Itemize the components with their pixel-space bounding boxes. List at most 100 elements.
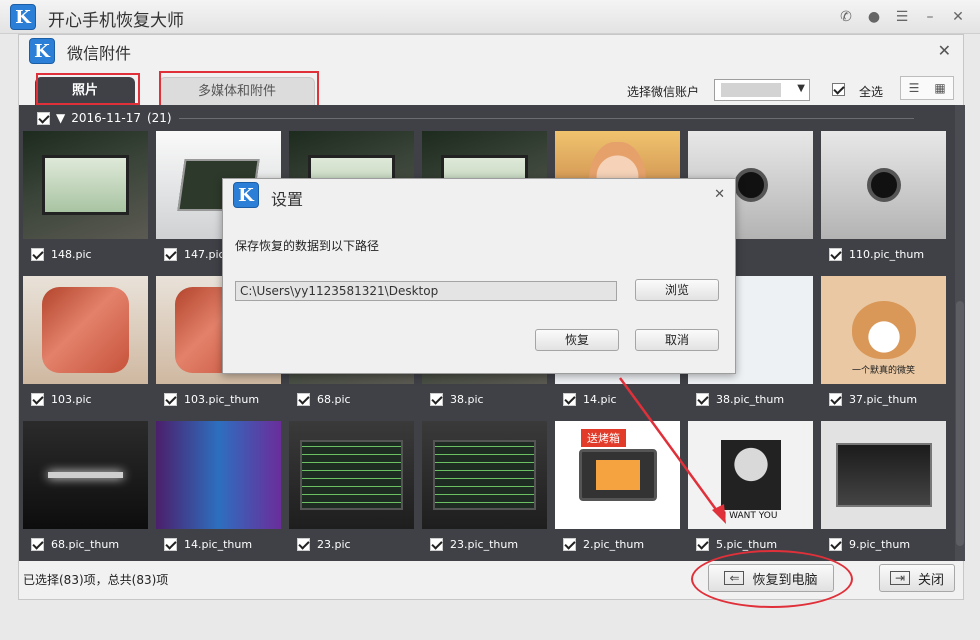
poster-caption-text: I WANT YOU: [723, 511, 778, 521]
photo-checkbox[interactable]: [31, 248, 44, 261]
group-count: (21): [146, 111, 172, 125]
photo-filename: 68.pic: [317, 393, 351, 406]
photo-item[interactable]: 103.pic: [23, 276, 148, 416]
photo-thumbnail[interactable]: I WANT YOU: [688, 421, 813, 529]
photo-checkbox[interactable]: [829, 538, 842, 551]
photo-checkbox[interactable]: [297, 538, 310, 551]
photo-filename: 103.pic_thum: [184, 393, 260, 406]
expand-triangle-icon[interactable]: ▼: [56, 111, 65, 125]
photo-item[interactable]: 68.pic_thum: [23, 421, 148, 561]
photo-item[interactable]: 23.pic: [289, 421, 414, 561]
photo-checkbox[interactable]: [563, 538, 576, 551]
dialog-titlebar: K 微信附件 ✕: [19, 35, 963, 69]
photo-filename: 37.pic_thum: [849, 393, 918, 406]
photo-filename: 38.pic: [450, 393, 484, 406]
group-divider: [179, 118, 914, 119]
photo-label: 14.pic: [563, 393, 617, 406]
oven-banner-text: 送烤箱: [581, 429, 626, 447]
app-titlebar: K 开心手机恢复大师 ✆ ● ☰ – ✕: [0, 0, 980, 34]
photo-label: 103.pic_thum: [164, 393, 259, 406]
photo-item[interactable]: 23.pic_thum: [422, 421, 547, 561]
photo-checkbox[interactable]: [696, 538, 709, 551]
scrollbar[interactable]: [955, 105, 965, 561]
photo-thumbnail[interactable]: 一个默真的微笑: [821, 276, 946, 384]
photo-label: 38.pic: [430, 393, 484, 406]
photo-filename: 147.pic: [184, 248, 225, 261]
account-select[interactable]: ▼: [714, 79, 810, 101]
photo-filename: 14.pic_thum: [184, 538, 253, 551]
minimize-icon[interactable]: –: [922, 9, 938, 25]
group-date: 2016-11-17: [71, 111, 141, 125]
highlight-box-photos: [36, 73, 140, 105]
photo-thumbnail[interactable]: [156, 421, 281, 529]
wechat-icon[interactable]: ✆: [838, 9, 854, 25]
photo-label: 38.pic_thum: [696, 393, 784, 406]
photo-checkbox[interactable]: [164, 248, 177, 261]
photo-checkbox[interactable]: [829, 248, 842, 261]
settings-cancel-button[interactable]: 取消: [635, 329, 719, 351]
photo-thumbnail[interactable]: [289, 421, 414, 529]
photo-label: 68.pic: [297, 393, 351, 406]
photo-filename: 14.pic: [583, 393, 617, 406]
browse-button[interactable]: 浏览: [635, 279, 719, 301]
photo-thumbnail[interactable]: [23, 276, 148, 384]
photo-checkbox[interactable]: [829, 393, 842, 406]
settings-logo-icon: K: [233, 182, 259, 208]
photo-label: 23.pic: [297, 538, 351, 551]
group-checkbox[interactable]: [37, 111, 50, 125]
close-icon[interactable]: ✕: [950, 9, 966, 25]
photo-checkbox[interactable]: [31, 538, 44, 551]
photo-thumbnail[interactable]: [23, 421, 148, 529]
photo-label: 37.pic_thum: [829, 393, 917, 406]
photo-item[interactable]: 14.pic_thum: [156, 421, 281, 561]
photo-checkbox[interactable]: [430, 393, 443, 406]
photo-checkbox[interactable]: [696, 393, 709, 406]
chevron-down-icon: ▼: [797, 83, 805, 94]
photo-item[interactable]: I WANT YOU 5.pic_thum: [688, 421, 813, 561]
select-all-checkbox[interactable]: [832, 83, 845, 96]
photo-filename: 103.pic: [51, 393, 92, 406]
photo-thumbnail[interactable]: [821, 131, 946, 239]
photo-filename: 23.pic: [317, 538, 351, 551]
photo-checkbox[interactable]: [430, 538, 443, 551]
photo-item[interactable]: 9.pic_thum: [821, 421, 946, 561]
photo-checkbox[interactable]: [164, 538, 177, 551]
chat-icon[interactable]: ●: [866, 9, 882, 25]
close-button-label: 关闭: [917, 572, 944, 588]
photo-item[interactable]: 110.pic_thum: [821, 131, 946, 271]
settings-dialog: K 设置 ✕ 保存恢复的数据到以下路径 C:\Users\yy112358132…: [222, 178, 736, 374]
photo-thumbnail[interactable]: [821, 421, 946, 529]
photo-item[interactable]: 送烤箱 2.pic_thum: [555, 421, 680, 561]
photo-label: 23.pic_thum: [430, 538, 518, 551]
photo-item[interactable]: 148.pic: [23, 131, 148, 271]
exit-icon: ⇥: [889, 571, 910, 585]
photo-thumbnail[interactable]: [422, 421, 547, 529]
photo-checkbox[interactable]: [563, 393, 576, 406]
feedback-icon[interactable]: ☰: [894, 9, 910, 25]
save-path-field[interactable]: C:\Users\yy1123581321\Desktop: [235, 281, 617, 301]
settings-titlebar: K 设置 ✕: [223, 179, 735, 209]
close-button[interactable]: ⇥ 关闭: [879, 564, 955, 592]
scrollbar-thumb[interactable]: [956, 301, 964, 546]
app-logo-icon: K: [10, 4, 36, 30]
photo-filename: 68.pic_thum: [51, 538, 120, 551]
date-group-header: ▼ 2016-11-17 (21): [37, 111, 172, 125]
photo-label: 5.pic_thum: [696, 538, 777, 551]
photo-checkbox[interactable]: [164, 393, 177, 406]
settings-close-icon[interactable]: ✕: [714, 187, 725, 202]
photo-filename: 38.pic_thum: [716, 393, 785, 406]
photo-item[interactable]: 一个默真的微笑 37.pic_thum: [821, 276, 946, 416]
photo-checkbox[interactable]: [297, 393, 310, 406]
photo-label: 148.pic: [31, 248, 92, 261]
save-path-prompt: 保存恢复的数据到以下路径: [235, 239, 380, 253]
dialog-close-icon[interactable]: ✕: [938, 41, 951, 60]
grid-view-icon[interactable]: ▦: [927, 77, 953, 99]
photo-checkbox[interactable]: [31, 393, 44, 406]
list-view-icon[interactable]: ☰: [901, 77, 927, 99]
photo-thumbnail[interactable]: 送烤箱: [555, 421, 680, 529]
photo-thumbnail[interactable]: [23, 131, 148, 239]
photo-filename: 2.pic_thum: [583, 538, 645, 551]
settings-restore-button[interactable]: 恢复: [535, 329, 619, 351]
photo-filename: 23.pic_thum: [450, 538, 519, 551]
photo-label: 110.pic_thum: [829, 248, 924, 261]
